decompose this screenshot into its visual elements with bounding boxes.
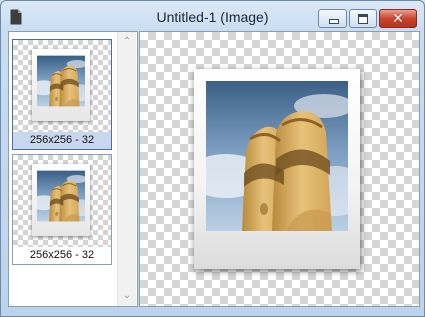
image-window: Untitled-1 (Image) ✕ 256x256 - 32 256x25…	[0, 0, 425, 317]
thumbnail-photo	[37, 54, 85, 108]
polaroid-frame	[194, 69, 360, 269]
thumbnail-frame	[32, 49, 90, 121]
title-bar[interactable]: Untitled-1 (Image) ✕	[1, 1, 424, 32]
minimize-icon	[329, 19, 339, 24]
thumbnail-image	[13, 155, 111, 247]
scroll-down-icon[interactable]: ⌄	[118, 288, 136, 304]
thumbnail-frame	[32, 164, 90, 236]
maximize-icon	[358, 14, 368, 24]
photo-image	[206, 81, 348, 231]
minimize-button[interactable]	[318, 9, 347, 28]
close-button[interactable]: ✕	[379, 9, 417, 28]
image-list-panel: 256x256 - 32 256x256 - 32 ⌃ ⌄	[8, 31, 138, 307]
close-icon: ✕	[392, 10, 404, 26]
scroll-up-icon[interactable]: ⌃	[118, 34, 136, 50]
image-list-item[interactable]: 256x256 - 32	[12, 154, 112, 265]
thumbnail-photo	[37, 169, 85, 223]
image-list-item[interactable]: 256x256 - 32	[12, 39, 112, 150]
image-list-scrollbar[interactable]: ⌃ ⌄	[117, 32, 136, 306]
thumbnail-image	[13, 40, 111, 132]
image-list-item-label: 256x256 - 32	[29, 249, 95, 261]
maximize-button[interactable]	[349, 9, 377, 28]
image-list-item-label: 256x256 - 32	[13, 132, 111, 149]
image-canvas[interactable]	[139, 31, 420, 307]
